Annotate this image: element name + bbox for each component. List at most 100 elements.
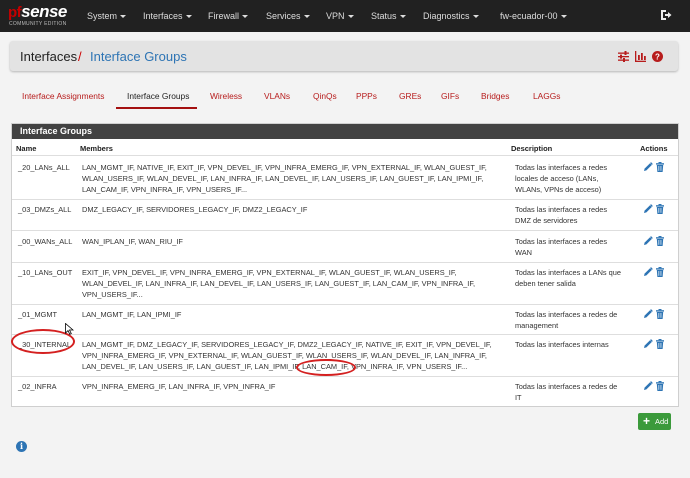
logo-wordmark: pfsense: [8, 2, 67, 22]
nav-system[interactable]: System: [87, 11, 127, 21]
members-line: VPN_USERS_IF...: [82, 290, 143, 299]
tab-wireless[interactable]: Wireless: [210, 91, 242, 101]
active-tab-indicator: [116, 107, 197, 109]
caret-down-icon: [185, 15, 192, 19]
sliders-icon[interactable]: [618, 51, 629, 62]
members-line: VPN_INFRA_EMERG_IF, LAN_INFRA_IF, VPN_IN…: [82, 382, 276, 391]
header-divider: [12, 155, 678, 156]
group-members: LAN_MGMT_IF, LAN_IPMI_IF: [82, 309, 181, 320]
description-line: WAN: [515, 248, 532, 257]
members-line: WLAN_DEVEL_IF, LAN_INFRA_IF, LAN_DEVEL_I…: [82, 279, 476, 288]
svg-text:?: ?: [655, 53, 660, 62]
members-line: WAN_IPLAN_IF, WAN_RIU_IF: [82, 237, 183, 246]
group-members: LAN_MGMT_IF, DMZ_LEGACY_IF, SERVIDORES_L…: [82, 339, 492, 372]
info-icon[interactable]: i: [16, 441, 27, 452]
add-button[interactable]: + Add: [638, 413, 671, 430]
mouse-cursor-icon: [65, 323, 74, 335]
tab-vlans[interactable]: VLANs: [264, 91, 290, 101]
panel-title: Interface Groups: [12, 124, 678, 139]
description-line: Todas las interfaces a redes de: [515, 310, 618, 319]
edit-pencil-icon[interactable]: [643, 204, 653, 214]
help-icon[interactable]: ?: [652, 51, 663, 62]
description-line: IT: [515, 393, 522, 402]
edit-pencil-icon[interactable]: [643, 309, 653, 319]
bar-chart-icon[interactable]: [635, 51, 646, 62]
description-line: Todas las interfaces a redes: [515, 205, 608, 214]
group-description: Todas las interfaces a redes de IT: [515, 381, 617, 403]
row-divider: [12, 262, 678, 263]
row-divider: [12, 304, 678, 305]
breadcrumb-current[interactable]: Interface Groups: [90, 49, 187, 64]
tab-gifs[interactable]: GIFs: [441, 91, 459, 101]
description-line: locales de acceso (LANs,: [515, 174, 599, 183]
description-line: Todas las interfaces a LANs que: [515, 268, 621, 277]
caret-down-icon: [399, 15, 406, 19]
tab-ppps[interactable]: PPPs: [356, 91, 377, 101]
nav-firewall[interactable]: Firewall: [208, 11, 249, 21]
tab-gres[interactable]: GREs: [399, 91, 421, 101]
caret-down-icon: [472, 15, 479, 19]
row-divider: [12, 334, 678, 335]
edit-pencil-icon[interactable]: [643, 162, 653, 172]
members-line: VPN_INFRA_EMERG_IF, VPN_EXTERNAL_IF, WLA…: [82, 351, 487, 360]
row-divider: [12, 230, 678, 231]
pfsense-logo[interactable]: pfsense COMMUNITY EDITION: [8, 3, 72, 29]
nav-diagnostics[interactable]: Diagnostics: [423, 11, 479, 21]
nav-status[interactable]: Status: [371, 11, 406, 21]
edit-pencil-icon[interactable]: [643, 339, 653, 349]
trash-icon[interactable]: [655, 309, 665, 319]
members-line: LAN_DEVEL_IF, LAN_USERS_IF, LAN_GUEST_IF…: [82, 362, 468, 371]
group-description: Todas las interfaces internas: [515, 339, 609, 350]
add-button-label: Add: [655, 417, 669, 426]
column-header-actions: Actions: [640, 144, 668, 153]
group-name: _02_INFRA: [18, 382, 57, 391]
nav-vpn[interactable]: VPN: [326, 11, 354, 21]
tab-interface-groups[interactable]: Interface Groups: [127, 91, 189, 101]
caret-down-icon: [560, 15, 567, 19]
edit-pencil-icon[interactable]: [643, 236, 653, 246]
tab-qinqs[interactable]: QinQs: [313, 91, 337, 101]
members-line: LAN_MGMT_IF, DMZ_LEGACY_IF, SERVIDORES_L…: [82, 340, 492, 349]
column-header-members: Members: [80, 144, 113, 153]
trash-icon[interactable]: [655, 162, 665, 172]
description-line: Todas las interfaces internas: [515, 340, 609, 349]
annotation-ellipse-lan-cam: [296, 359, 356, 376]
group-description: Todas las interfaces a redes de manageme…: [515, 309, 617, 331]
description-line: Todas las interfaces a redes: [515, 163, 608, 172]
breadcrumb-parent[interactable]: Interfaces: [20, 49, 77, 64]
description-line: deben tener salida: [515, 279, 576, 288]
group-members: DMZ_LEGACY_IF, SERVIDORES_LEGACY_IF, DMZ…: [82, 204, 307, 215]
nav-hostname[interactable]: fw-ecuador-00: [500, 11, 567, 21]
tab-bridges[interactable]: Bridges: [481, 91, 509, 101]
group-name: _03_DMZs_ALL: [18, 205, 72, 214]
group-name: _00_WANs_ALL: [18, 237, 73, 246]
caret-down-icon: [242, 15, 249, 19]
trash-icon[interactable]: [655, 339, 665, 349]
trash-icon[interactable]: [655, 381, 665, 391]
column-header-description: Description: [511, 144, 553, 153]
description-line: Todas las interfaces a redes: [515, 237, 608, 246]
description-line: Todas las interfaces a redes de: [515, 382, 618, 391]
tab-laggs[interactable]: LAGGs: [533, 91, 560, 101]
row-divider: [12, 376, 678, 377]
trash-icon[interactable]: [655, 267, 665, 277]
edit-pencil-icon[interactable]: [643, 381, 653, 391]
caret-down-icon: [347, 15, 354, 19]
group-description: Todas las interfaces a redes locales de …: [515, 162, 607, 195]
column-header-name: Name: [16, 144, 37, 153]
tab-interface-assignments[interactable]: Interface Assignments: [22, 91, 104, 101]
edit-pencil-icon[interactable]: [643, 267, 653, 277]
members-line: EXIT_IF, VPN_DEVEL_IF, VPN_INFRA_EMERG_I…: [82, 268, 457, 277]
trash-icon[interactable]: [655, 236, 665, 246]
sign-out-icon[interactable]: [660, 9, 672, 21]
description-line: WLANs, VPNs de acceso): [515, 185, 602, 194]
description-line: management: [515, 321, 559, 330]
plus-icon: +: [643, 414, 651, 428]
breadcrumb: Interfaces / Interface Groups ?: [10, 41, 678, 71]
group-name: _01_MGMT: [18, 310, 58, 319]
nav-services[interactable]: Services: [266, 11, 310, 21]
group-description: Todas las interfaces a redes WAN: [515, 236, 607, 258]
nav-interfaces[interactable]: Interfaces: [143, 11, 192, 21]
caret-down-icon: [120, 15, 127, 19]
trash-icon[interactable]: [655, 204, 665, 214]
